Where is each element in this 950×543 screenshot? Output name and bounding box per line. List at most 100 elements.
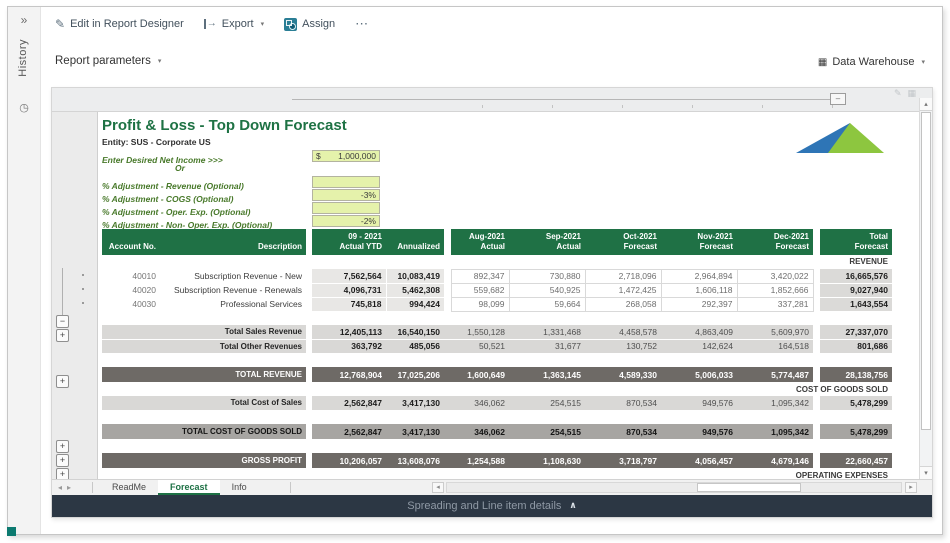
value-cell[interactable]: 1,606,118 <box>661 283 737 297</box>
account-cell[interactable]: 40020 <box>102 283 160 297</box>
total-cell[interactable]: 9,027,940 <box>820 283 892 297</box>
total-cell[interactable]: 801,686 <box>820 339 892 353</box>
value-cell[interactable]: 1,363,145 <box>509 367 585 382</box>
grid-view-icon[interactable]: ▦ <box>907 89 916 99</box>
value-cell[interactable]: 346,062 <box>451 396 509 410</box>
tab-nav-arrows[interactable]: ◂▸ <box>58 483 76 492</box>
value-cell[interactable]: 1,472,425 <box>585 283 661 297</box>
value-cell[interactable]: 130,752 <box>585 339 661 353</box>
input-cell[interactable] <box>312 202 380 214</box>
row-label-cell[interactable]: TOTAL COST OF GOODS SOLD <box>102 424 306 439</box>
value-cell[interactable]: 164,518 <box>737 339 813 353</box>
value-cell[interactable]: 5,006,033 <box>661 367 737 382</box>
vertical-scroll-thumb[interactable] <box>921 112 931 430</box>
value-cell[interactable]: 268,058 <box>585 297 661 311</box>
account-cell[interactable]: 40030 <box>102 297 160 311</box>
section-header-cell[interactable]: OPERATING EXPENSES <box>102 468 892 479</box>
plus-outline-button[interactable]: + <box>56 468 69 479</box>
row-label-cell[interactable]: GROSS PROFIT <box>102 453 306 468</box>
total-cell[interactable]: 27,337,070 <box>820 325 892 339</box>
value-cell[interactable]: 1,095,342 <box>737 424 813 439</box>
value-cell[interactable]: 1,095,342 <box>737 396 813 410</box>
value-cell[interactable]: 142,624 <box>661 339 737 353</box>
tab-info[interactable]: Info <box>220 480 259 495</box>
value-cell[interactable]: 346,062 <box>451 424 509 439</box>
row-label-cell[interactable]: Total Sales Revenue <box>102 325 306 339</box>
history-tab[interactable]: History <box>17 39 29 77</box>
value-cell[interactable]: 1,331,468 <box>509 325 585 339</box>
value-cell[interactable]: 4,096,731 <box>312 283 386 297</box>
value-cell[interactable]: 363,792 <box>312 339 386 353</box>
export-button[interactable]: → Export ▾ <box>204 18 264 30</box>
value-cell[interactable]: 4,589,330 <box>585 367 661 382</box>
total-cell[interactable]: 5,478,299 <box>820 424 892 439</box>
value-cell[interactable]: 2,562,847 <box>312 424 386 439</box>
value-cell[interactable]: 2,964,894 <box>661 269 737 283</box>
value-cell[interactable]: 2,562,847 <box>312 396 386 410</box>
value-cell[interactable]: 2,718,096 <box>585 269 661 283</box>
value-cell[interactable]: 12,768,904 <box>312 367 386 382</box>
section-header-cell[interactable]: REVENUE <box>102 255 892 269</box>
value-cell[interactable]: 50,521 <box>451 339 509 353</box>
plus-outline-button[interactable]: + <box>56 454 69 467</box>
horizontal-scroll-thumb[interactable] <box>697 483 801 492</box>
scroll-down-arrow[interactable]: ▾ <box>920 466 932 479</box>
value-cell[interactable]: 4,458,578 <box>585 325 661 339</box>
value-cell[interactable]: 292,397 <box>661 297 737 311</box>
value-cell[interactable]: 3,417,130 <box>386 396 444 410</box>
value-cell[interactable]: 31,677 <box>509 339 585 353</box>
value-cell[interactable]: 949,576 <box>661 396 737 410</box>
account-cell[interactable]: 40010 <box>102 269 160 283</box>
description-cell[interactable]: Professional Services <box>160 297 306 311</box>
value-cell[interactable]: 1,550,128 <box>451 325 509 339</box>
sidebar-expand-button[interactable]: » <box>8 13 40 27</box>
value-cell[interactable]: 1,852,666 <box>737 283 813 297</box>
description-cell[interactable]: Subscription Revenue - New <box>160 269 306 283</box>
total-cell[interactable]: 1,643,554 <box>820 297 892 311</box>
value-cell[interactable]: 59,664 <box>509 297 585 311</box>
value-cell[interactable]: 3,718,797 <box>585 453 661 468</box>
value-cell[interactable]: 3,420,022 <box>737 269 813 283</box>
input-cell[interactable] <box>312 176 380 188</box>
report-parameters-toggle[interactable]: Report parameters ▾ <box>55 55 161 67</box>
total-cell[interactable]: 22,660,457 <box>820 453 892 468</box>
value-cell[interactable]: 17,025,206 <box>386 367 444 382</box>
tab-readme[interactable]: ReadMe <box>100 480 158 495</box>
value-cell[interactable]: 13,608,076 <box>386 453 444 468</box>
hscroll-left-arrow[interactable]: ◂ <box>432 482 444 493</box>
column-collapse-button[interactable]: – <box>830 93 846 105</box>
value-cell[interactable]: 254,515 <box>509 424 585 439</box>
more-options-button[interactable]: ⋯ <box>355 16 369 32</box>
value-cell[interactable]: 10,083,419 <box>386 269 444 283</box>
value-cell[interactable]: 16,540,150 <box>386 325 444 339</box>
value-cell[interactable]: 730,880 <box>509 269 585 283</box>
edit-grid-icon[interactable]: ✎ <box>894 89 902 99</box>
value-cell[interactable]: 4,056,457 <box>661 453 737 468</box>
total-cell[interactable]: 16,665,576 <box>820 269 892 283</box>
horizontal-scrollbar[interactable] <box>446 482 902 493</box>
minus-outline-button[interactable]: − <box>56 315 69 328</box>
value-cell[interactable]: 870,534 <box>585 396 661 410</box>
vertical-scrollbar[interactable]: ▴ ▾ <box>919 98 932 479</box>
value-cell[interactable]: 10,206,057 <box>312 453 386 468</box>
hscroll-right-arrow[interactable]: ▸ <box>905 482 917 493</box>
row-label-cell[interactable]: TOTAL REVENUE <box>102 367 306 382</box>
plus-outline-button[interactable]: + <box>56 329 69 342</box>
tab-forecast[interactable]: Forecast <box>158 480 220 495</box>
value-cell[interactable]: 5,609,970 <box>737 325 813 339</box>
total-cell[interactable]: 5,478,299 <box>820 396 892 410</box>
row-label-cell[interactable]: Total Other Revenues <box>102 339 306 353</box>
value-cell[interactable]: 7,562,564 <box>312 269 386 283</box>
value-cell[interactable]: 994,424 <box>386 297 444 311</box>
row-label-cell[interactable]: Total Cost of Sales <box>102 396 306 410</box>
plus-outline-button[interactable]: + <box>56 440 69 453</box>
input-cell[interactable]: -3% <box>312 189 380 201</box>
input-cell[interactable]: -2% <box>312 215 380 227</box>
total-cell[interactable]: 28,138,756 <box>820 367 892 382</box>
value-cell[interactable]: 559,682 <box>451 283 509 297</box>
value-cell[interactable]: 3,417,130 <box>386 424 444 439</box>
value-cell[interactable]: 5,774,487 <box>737 367 813 382</box>
value-cell[interactable]: 485,056 <box>386 339 444 353</box>
value-cell[interactable]: 12,405,113 <box>312 325 386 339</box>
edit-in-report-designer-button[interactable]: ✎ Edit in Report Designer <box>55 17 184 31</box>
